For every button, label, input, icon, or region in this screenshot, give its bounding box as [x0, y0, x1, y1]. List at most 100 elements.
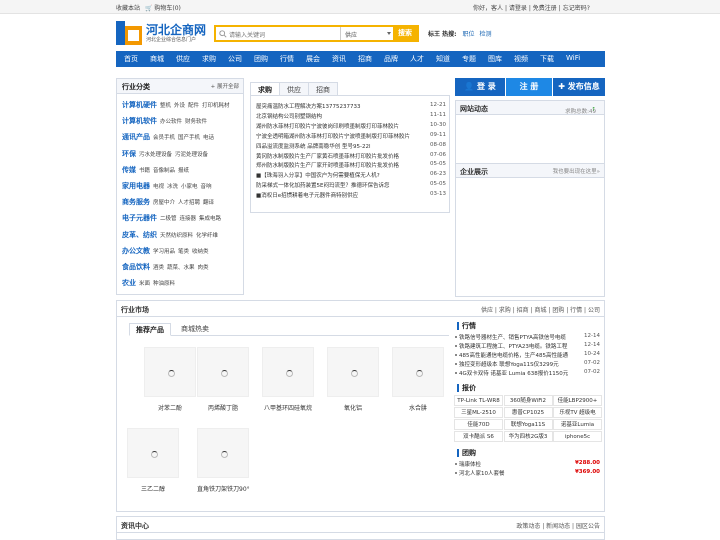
- tab-recommended[interactable]: 推荐产品: [129, 323, 171, 336]
- quote-title[interactable]: 铁路信号器材生产、销售PTYA高铁信号电缆: [459, 335, 566, 341]
- price-cell[interactable]: 佳能70D: [454, 419, 503, 430]
- quote-item[interactable]: 铁路建筑工程施工、PTYA23电缆。铁路工程 12-14: [454, 342, 602, 351]
- nav-item-mall[interactable]: 商城: [150, 54, 164, 64]
- category-name[interactable]: 办公文教: [122, 247, 150, 255]
- news-item[interactable]: 四品溢流度监测系统 品牌南稳华创 型号95-22l 08-08: [256, 142, 446, 151]
- category-name[interactable]: 传媒: [122, 166, 136, 174]
- category-sub-link[interactable]: 房屋中介: [153, 200, 175, 206]
- news-item[interactable]: 黄冈防水制版胶片生产厂家黄石喷墨菲林打印胶片批发价格 07-06: [256, 152, 446, 161]
- product-name[interactable]: 直角铁刀架铁刀90°: [197, 484, 250, 493]
- groupbuy-title[interactable]: 瑞康体检: [459, 462, 481, 468]
- category-sub-link[interactable]: 配件: [188, 103, 199, 109]
- login-button[interactable]: 👤 登 录: [455, 78, 505, 96]
- product-name[interactable]: 八甲基环四硅氧烷: [262, 403, 314, 412]
- category-name[interactable]: 皮革、纺织: [122, 231, 157, 239]
- product-name[interactable]: 丙烯酸丁脂: [197, 403, 249, 412]
- product-image[interactable]: [127, 428, 179, 478]
- price-cell[interactable]: TP-Link TL-WR8: [454, 395, 503, 406]
- category-sub-link[interactable]: 种油原料: [153, 281, 175, 287]
- news-title[interactable]: 湖州防水菲林打印胶片宁波彼岗印刷喷墨制版打印菲林胶片: [256, 124, 399, 130]
- category-sub-link[interactable]: 整机: [160, 103, 171, 109]
- category-sub-link[interactable]: 书籍: [139, 168, 150, 174]
- price-cell[interactable]: 360随身WiFi2: [503, 395, 553, 406]
- category-sub-link[interactable]: 集成电路: [199, 216, 221, 222]
- price-cell[interactable]: 三星ML-2510: [454, 407, 503, 418]
- category-sub-link[interactable]: 电话: [203, 135, 214, 141]
- category-sub-link[interactable]: 酒类: [153, 265, 164, 271]
- news-title[interactable]: 屋突痛温防水工程解决方案13775237733: [256, 104, 361, 110]
- news-item[interactable]: 湖州防水菲林打印胶片宁波彼岗印刷喷墨制版打印菲林胶片 10-30: [256, 122, 446, 131]
- expand-all-button[interactable]: + 展开全部: [211, 82, 239, 90]
- category-sub-link[interactable]: 打印机耗材: [202, 103, 230, 109]
- product-card[interactable]: 水合肼: [392, 347, 444, 412]
- category-sub-link[interactable]: 冰洗: [167, 184, 178, 190]
- login-link[interactable]: 请登录: [509, 5, 527, 12]
- price-cell[interactable]: 乐视TV 超级电: [553, 407, 602, 418]
- quote-item[interactable]: 485高性能通信电缆价格，生产485高性能通 10-24: [454, 351, 602, 360]
- quote-item[interactable]: 独控变形超级本 联想Yoga11S仅3299元 07-02: [454, 360, 602, 369]
- tab-invest[interactable]: 招商: [308, 82, 338, 96]
- favorite-link[interactable]: 收藏本站: [116, 3, 140, 12]
- news-title[interactable]: ■【珠海羽入分享】中国农户为何需要植保无人机?: [256, 173, 380, 179]
- category-sub-link[interactable]: 办公软件: [160, 119, 182, 125]
- category-sub-link[interactable]: 收纳类: [192, 249, 209, 255]
- category-sub-link[interactable]: 化学纤维: [196, 233, 218, 239]
- hot-word[interactable]: 职位: [463, 31, 475, 38]
- category-name[interactable]: 通讯产品: [122, 133, 150, 141]
- price-cell[interactable]: 华为四核2G版3: [503, 431, 553, 442]
- category-sub-link[interactable]: 国产手机: [178, 135, 200, 141]
- news-item[interactable]: 屋突痛温防水工程解决方案13775237733 12-21: [256, 102, 446, 111]
- showcase-join-link[interactable]: 我也要出现在这里»: [553, 167, 600, 175]
- nav-item-video[interactable]: 视频: [514, 54, 528, 64]
- nav-item-expo[interactable]: 展会: [306, 54, 320, 64]
- groupbuy-item[interactable]: 河北人家10人套餐 ¥369.00: [454, 469, 602, 478]
- category-sub-link[interactable]: 小家电: [181, 184, 198, 190]
- tab-buy[interactable]: 求购: [250, 82, 280, 96]
- category-sub-link[interactable]: 米面: [139, 281, 150, 287]
- cart-link[interactable]: 🛒 购物车(0): [145, 3, 181, 12]
- news-item[interactable]: 北京钢结构公司别墅钢结构 11-11: [256, 112, 446, 121]
- quote-item[interactable]: 4G双卡双待 诺基亚 Lumia 638报价1150元 07-02: [454, 369, 602, 378]
- category-sub-link[interactable]: 天然纺织原料: [160, 233, 193, 239]
- price-cell[interactable]: 佳能LBP2900+: [553, 395, 602, 406]
- news-item[interactable]: 宁波全透明箱湖州防水菲林打印胶片宁波喷墨制版打印菲林胶片 09-11: [256, 132, 446, 141]
- groupbuy-title[interactable]: 河北人家10人套餐: [459, 471, 505, 477]
- product-name[interactable]: 对苯二酚: [144, 403, 196, 412]
- product-image[interactable]: [262, 347, 314, 397]
- category-sub-link[interactable]: 人才招聘: [178, 200, 200, 206]
- product-card[interactable]: 丙烯酸丁脂: [197, 347, 249, 412]
- tab-supply[interactable]: 供应: [279, 82, 309, 96]
- register-link[interactable]: 免费注册: [533, 5, 557, 12]
- tab-hot-sale[interactable]: 商城热卖: [175, 323, 215, 336]
- nav-item-groupbuy[interactable]: 团购: [254, 54, 268, 64]
- news-title[interactable]: ■消权日e招惯耕着电子元器件商特别供应: [256, 193, 358, 199]
- price-cell[interactable]: 双卡酷派 S6: [454, 431, 503, 442]
- publish-button[interactable]: ✚ 发布信息: [553, 78, 605, 96]
- product-card[interactable]: 氧化铝: [327, 347, 379, 412]
- cart-label[interactable]: 购物车(0): [154, 5, 181, 12]
- category-name[interactable]: 农业: [122, 279, 136, 287]
- price-cell[interactable]: 联想Yoga11S: [503, 419, 553, 430]
- category-name[interactable]: 计算机软件: [122, 117, 157, 125]
- news-title[interactable]: 四品溢流度监测系统 品牌南稳华创 型号95-22l: [256, 144, 371, 150]
- news-title[interactable]: 郑州防水制版胶片生产厂家开封喷墨菲林打印胶片批发价格: [256, 163, 399, 169]
- product-name[interactable]: 氧化铝: [327, 403, 379, 412]
- groupbuy-item[interactable]: 瑞康体检 ¥288.00: [454, 460, 602, 469]
- product-card[interactable]: 三乙二醇: [127, 428, 179, 493]
- news-title[interactable]: 防采梯式一体化加药装置5E闷玛流型？推德环保告诉您: [256, 183, 389, 189]
- quote-title[interactable]: 铁路建筑工程施工、PTYA23电缆。铁路工程: [459, 344, 567, 350]
- nav-item-invest[interactable]: 招商: [358, 54, 372, 64]
- category-sub-link[interactable]: 会员手机: [153, 135, 175, 141]
- news-item[interactable]: ■消权日e招惯耕着电子元器件商特别供应 03-13: [256, 191, 446, 200]
- category-sub-link[interactable]: 外设: [174, 103, 185, 109]
- category-sub-link[interactable]: 翻译: [203, 200, 214, 206]
- price-cell[interactable]: 诺基亚Lumia: [553, 419, 602, 430]
- nav-item-supply[interactable]: 供应: [176, 54, 190, 64]
- category-sub-link[interactable]: 肉类: [198, 265, 209, 271]
- product-card[interactable]: 直角铁刀架铁刀90°: [197, 428, 250, 493]
- site-logo[interactable]: 河北企商网 河北企业综合信息门户: [116, 19, 211, 49]
- category-name[interactable]: 电子元器件: [122, 214, 157, 222]
- category-sub-link[interactable]: 连接器: [180, 216, 197, 222]
- category-name[interactable]: 家用电器: [122, 182, 150, 190]
- news-title[interactable]: 北京钢结构公司别墅钢结构: [256, 114, 322, 120]
